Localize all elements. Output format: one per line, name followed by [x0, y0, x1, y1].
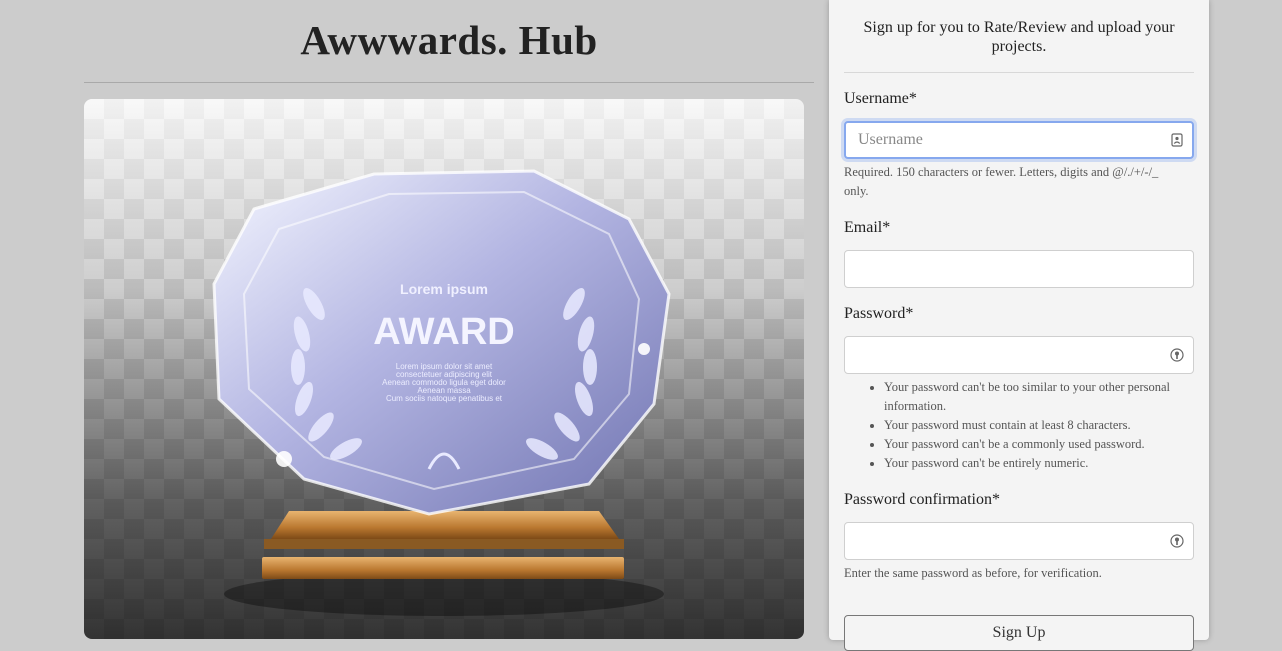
- password-confirmation-label: Password confirmation*: [844, 491, 1000, 508]
- username-input[interactable]: [844, 121, 1194, 159]
- email-label: Email*: [844, 219, 891, 236]
- username-label: Username*: [844, 90, 917, 107]
- crystal-award-illustration: Lorem ipsum AWARD Lorem ipsum dolor sit …: [212, 169, 671, 616]
- contact-card-icon[interactable]: [1170, 133, 1184, 147]
- password-rule: Your password must contain at least 8 ch…: [884, 416, 1204, 435]
- left-column: Awwwards. Hub Lorem ipsum AWARD Lorem ip…: [84, 0, 814, 639]
- password-help-list: Your password can't be too similar to yo…: [844, 378, 1204, 473]
- signup-intro: Sign up for you to Rate/Review and uploa…: [863, 19, 1175, 55]
- sparkle: [276, 451, 292, 467]
- password-label: Password*: [844, 305, 914, 322]
- signup-panel: Sign up for you to Rate/Review and uploa…: [829, 0, 1209, 651]
- password-rule: Your password can't be a commonly used p…: [884, 435, 1204, 454]
- hero-image: Lorem ipsum AWARD Lorem ipsum dolor sit …: [84, 99, 804, 639]
- site-title: Awwwards. Hub: [300, 17, 598, 63]
- password-rule: Your password can't be too similar to yo…: [884, 378, 1204, 416]
- sparkle: [638, 343, 650, 355]
- award-subtitle: Lorem ipsum: [400, 281, 488, 297]
- password-rule: Your password can't be entirely numeric.: [884, 454, 1204, 473]
- password-confirmation-input[interactable]: [844, 522, 1194, 560]
- password-manager-key-icon[interactable]: [1170, 348, 1184, 362]
- username-help: Required. 150 characters or fewer. Lette…: [844, 165, 1159, 198]
- award-title: AWARD: [373, 311, 514, 353]
- title-divider: [84, 82, 814, 83]
- award-body-line: Cum sociis natoque penatibus et: [386, 394, 503, 403]
- email-input[interactable]: [844, 250, 1194, 288]
- signup-button[interactable]: Sign Up: [844, 615, 1194, 651]
- password-input[interactable]: [844, 336, 1194, 374]
- pedestal-base: [262, 557, 624, 579]
- pedestal-top: [271, 511, 619, 539]
- password-manager-key-icon[interactable]: [1170, 534, 1184, 548]
- password-confirmation-help: Enter the same password as before, for v…: [844, 566, 1102, 580]
- intro-divider: [844, 72, 1194, 73]
